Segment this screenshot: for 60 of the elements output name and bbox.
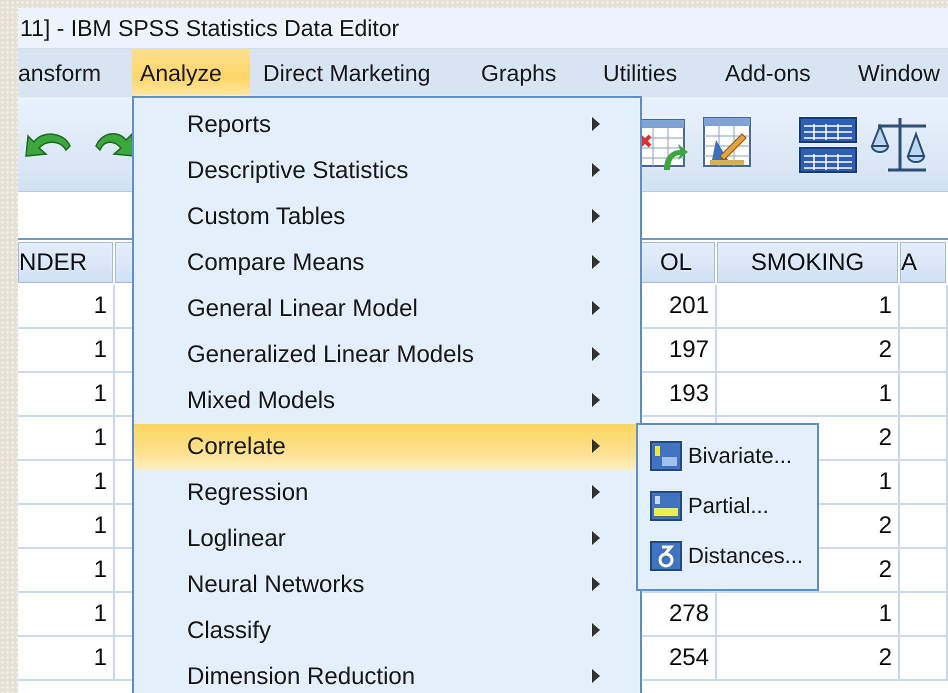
- submenu-arrow-icon: [592, 439, 600, 453]
- menu-item[interactable]: Direct Marketing: [250, 49, 468, 97]
- menu-item[interactable]: Custom Tables: [134, 194, 640, 240]
- submenu-arrow-icon: [592, 669, 600, 683]
- menu-item[interactable]: Reports: [134, 102, 640, 148]
- submenu-arrow-icon: [592, 301, 600, 315]
- menu-item[interactable]: ansform: [18, 49, 132, 97]
- menu-item[interactable]: Graphs: [468, 49, 590, 97]
- submenu-arrow-icon: [592, 531, 600, 545]
- submenu-arrow-icon: [592, 163, 600, 177]
- table-cell: [900, 461, 948, 505]
- table-cell: 1: [18, 373, 115, 417]
- submenu-arrow-icon: [592, 209, 600, 223]
- table-cell: 1: [717, 285, 900, 329]
- correlation-icon: [650, 441, 682, 471]
- submenu-arrow-icon: [592, 347, 600, 361]
- table-cell: [900, 505, 948, 549]
- column-header[interactable]: A: [900, 242, 946, 283]
- table-cell: [900, 329, 948, 373]
- submenu-arrow-icon: [592, 117, 600, 131]
- submenu-arrow-icon: [592, 577, 600, 591]
- window-title: 11] - IBM SPSS Statistics Data Editor: [20, 14, 400, 42]
- table-cell: 1: [717, 593, 900, 637]
- menu-item[interactable]: Neural Networks: [134, 562, 640, 608]
- submenu-arrow-icon: [592, 393, 600, 407]
- table-cell: 1: [18, 505, 115, 549]
- submenu-arrow-icon: [592, 485, 600, 499]
- table-cell: 2: [717, 637, 900, 681]
- column-header[interactable]: NDER: [18, 242, 113, 283]
- menu-item[interactable]: Window: [845, 49, 948, 97]
- correlation-icon: [650, 491, 682, 521]
- submenu-arrow-icon: [592, 255, 600, 269]
- menu-item[interactable]: General Linear Model: [134, 286, 640, 332]
- table-cell: [900, 417, 948, 461]
- menu-item[interactable]: Loglinear: [134, 516, 640, 562]
- menu-item[interactable]: Classify: [134, 608, 640, 654]
- table-cell: [900, 593, 948, 637]
- menu-item[interactable]: Descriptive Statistics: [134, 148, 640, 194]
- menu-item[interactable]: Regression: [134, 470, 640, 516]
- submenu-arrow-icon: [592, 623, 600, 637]
- table-cell: 2: [717, 329, 900, 373]
- menu-item[interactable]: Analyze: [132, 49, 250, 97]
- delta-icon: [650, 541, 682, 571]
- menu-item[interactable]: Mixed Models: [134, 378, 640, 424]
- table-cell: 1: [717, 373, 900, 417]
- table-cell: 1: [18, 549, 115, 593]
- table-cell: [900, 373, 948, 417]
- table-cell: 1: [18, 285, 115, 329]
- menu-item[interactable]: Utilities: [590, 49, 712, 97]
- menu-item[interactable]: Generalized Linear Models: [134, 332, 640, 378]
- menu-item[interactable]: Compare Means: [134, 240, 640, 286]
- table-cell: 1: [18, 637, 115, 681]
- table-cell: 1: [18, 593, 115, 637]
- column-header[interactable]: SMOKING: [717, 242, 898, 283]
- menu-item[interactable]: Dimension Reduction: [134, 654, 640, 693]
- table-cell: [900, 549, 948, 593]
- table-cell: 1: [18, 417, 115, 461]
- table-cell: 1: [18, 329, 115, 373]
- table-cell: 1: [18, 461, 115, 505]
- menu-item[interactable]: Add-ons: [712, 49, 845, 97]
